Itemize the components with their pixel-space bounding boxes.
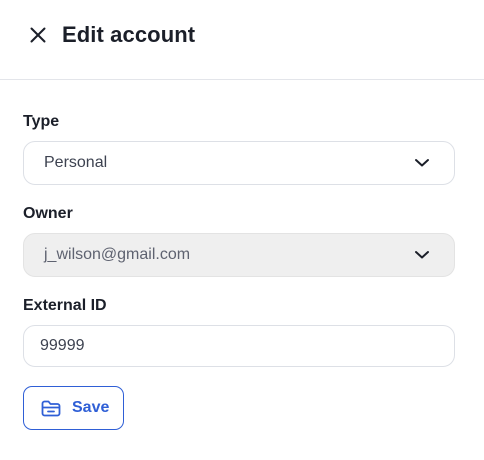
owner-label: Owner <box>23 205 73 222</box>
owner-select-value: j_wilson@gmail.com <box>44 246 191 263</box>
type-field: Type Personal <box>23 113 455 185</box>
external-id-value: 99999 <box>40 337 85 354</box>
type-label: Type <box>23 113 60 130</box>
page-title: Edit account <box>62 22 196 47</box>
type-select[interactable]: Personal <box>23 141 455 185</box>
external-id-label: External ID <box>23 297 107 314</box>
save-button[interactable]: Save <box>23 386 125 430</box>
chevron-down-icon <box>415 159 429 167</box>
chevron-down-icon <box>415 251 429 259</box>
close-button[interactable] <box>27 24 49 46</box>
form-actions: Save <box>23 386 455 430</box>
panel-header: Edit account <box>0 0 484 80</box>
owner-field: Owner j_wilson@gmail.com <box>23 205 455 277</box>
type-select-value: Personal <box>44 154 108 171</box>
folder-save-icon <box>40 398 62 418</box>
owner-select[interactable]: j_wilson@gmail.com <box>23 233 455 277</box>
account-form: Type Personal Owner j_wilson@gmail.com E… <box>0 113 484 430</box>
external-id-input[interactable]: 99999 <box>23 325 455 367</box>
save-button-label: Save <box>72 399 110 416</box>
external-id-field: External ID 99999 <box>23 297 455 367</box>
close-icon <box>30 27 46 43</box>
edit-account-panel: Edit account Type Personal Owner j_wilso… <box>0 0 484 460</box>
